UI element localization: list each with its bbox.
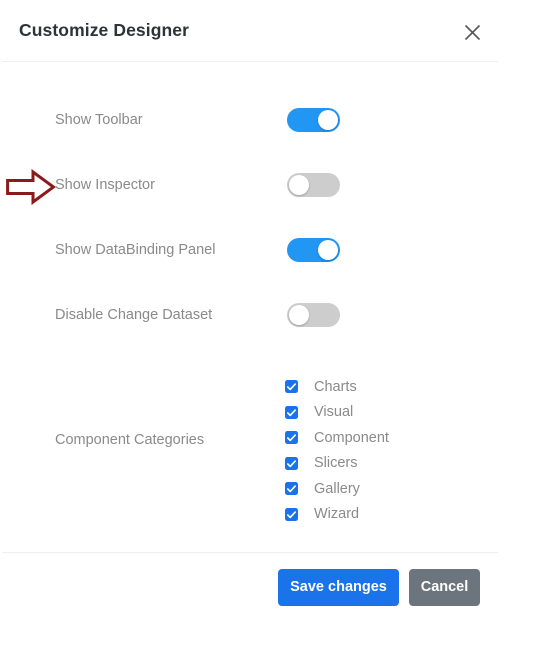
- checkbox-checked-icon[interactable]: [285, 380, 298, 394]
- save-changes-button[interactable]: Save changes: [278, 569, 399, 606]
- customize-designer-dialog: Customize Designer Show Toolbar Show Ins…: [0, 0, 538, 650]
- setting-row-show-toolbar: Show Toolbar: [0, 105, 500, 135]
- checkbox-checked-icon[interactable]: [285, 507, 298, 521]
- checkbox-checked-icon[interactable]: [285, 431, 298, 445]
- checkbox-checked-icon[interactable]: [285, 482, 298, 496]
- component-categories-label: Component Categories: [55, 432, 205, 448]
- toggle-knob: [289, 175, 309, 195]
- setting-label-show-toolbar: Show Toolbar: [55, 112, 143, 128]
- cancel-button[interactable]: Cancel: [409, 569, 480, 606]
- checkbox-label: Slicers: [314, 455, 358, 472]
- checkbox-label: Gallery: [314, 480, 360, 497]
- setting-row-disable-change-dataset: Disable Change Dataset: [0, 300, 500, 330]
- dialog-header: Customize Designer: [0, 0, 500, 61]
- toggle-knob: [289, 305, 309, 325]
- close-button[interactable]: [458, 18, 487, 47]
- checkbox-label: Charts: [314, 378, 357, 395]
- checkbox-label: Component: [314, 429, 389, 446]
- toggle-knob: [318, 240, 338, 260]
- setting-label-show-inspector: Show Inspector: [55, 177, 155, 193]
- component-categories-section: Component Categories Charts Visual Compo…: [0, 361, 500, 523]
- checkbox-item-visual[interactable]: Visual: [285, 400, 389, 426]
- checkbox-item-slicers[interactable]: Slicers: [285, 451, 389, 477]
- dialog-footer: Save changes Cancel: [0, 553, 500, 623]
- toggle-knob: [318, 110, 338, 130]
- checkbox-item-charts[interactable]: Charts: [285, 374, 389, 400]
- toggle-show-inspector[interactable]: [287, 173, 340, 197]
- close-x-icon: [464, 24, 481, 41]
- checkbox-item-component[interactable]: Component: [285, 425, 389, 451]
- setting-row-show-inspector: Show Inspector: [0, 170, 500, 200]
- setting-label-show-databinding-panel: Show DataBinding Panel: [55, 242, 216, 258]
- dialog-body: Show Toolbar Show Inspector Show DataBin…: [0, 61, 500, 552]
- toggle-disable-change-dataset[interactable]: [287, 303, 340, 327]
- checkbox-label: Visual: [314, 404, 354, 421]
- toggle-show-databinding-panel[interactable]: [287, 238, 340, 262]
- checkbox-item-gallery[interactable]: Gallery: [285, 476, 389, 502]
- checkbox-checked-icon[interactable]: [285, 405, 298, 419]
- component-categories-list: Charts Visual Component Slicers Gallery …: [285, 374, 389, 527]
- setting-label-disable-change-dataset: Disable Change Dataset: [55, 307, 213, 323]
- toggle-show-toolbar[interactable]: [287, 108, 340, 132]
- setting-row-show-databinding-panel: Show DataBinding Panel: [0, 235, 500, 265]
- page-title: Customize Designer: [19, 20, 190, 40]
- checkbox-label: Wizard: [314, 506, 360, 523]
- checkbox-checked-icon[interactable]: [285, 456, 298, 470]
- checkbox-item-wizard[interactable]: Wizard: [285, 502, 389, 528]
